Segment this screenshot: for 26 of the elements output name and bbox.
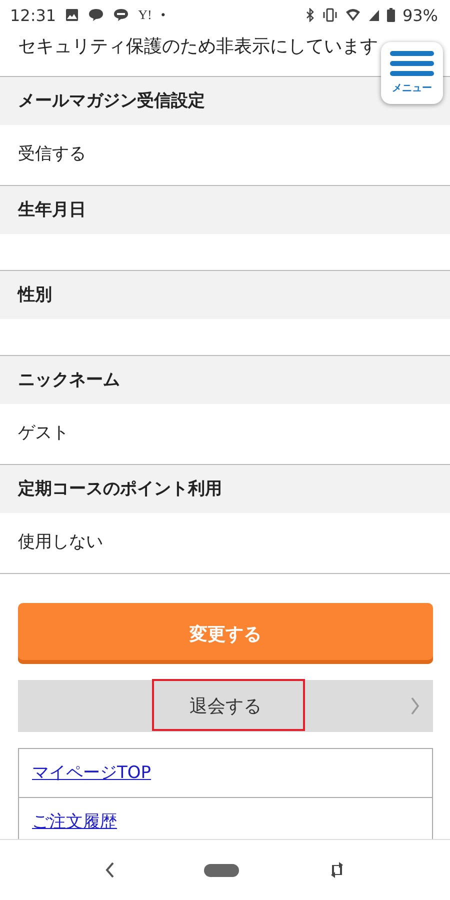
field-label: ニックネーム [0, 356, 450, 404]
menu-icon [390, 51, 434, 76]
notification-text: • [160, 7, 166, 23]
field-label: 生年月日 [0, 186, 450, 234]
notification-text: Y! [138, 7, 152, 23]
field-label: 性別 [0, 271, 450, 319]
page-link[interactable]: ご注文履歴 [32, 812, 117, 832]
home-button[interactable] [204, 864, 240, 876]
field-value: 使用しない [0, 513, 450, 574]
clock-time: 12:31 [10, 6, 56, 24]
bluetooth-icon [305, 8, 316, 22]
rotate-icon[interactable] [329, 859, 346, 881]
battery-icon [387, 8, 396, 22]
withdraw-button[interactable]: 退会する [18, 680, 433, 732]
chevron-right-icon [410, 697, 420, 715]
image-icon [65, 8, 80, 22]
field-label: 定期コースのポイント利用 [0, 465, 450, 513]
vibrate-icon [322, 8, 338, 22]
back-icon[interactable] [104, 862, 115, 878]
wifi-icon [345, 8, 362, 22]
chat-bubble-icon [88, 8, 104, 22]
menu-button[interactable]: メニュー [381, 42, 443, 104]
speech-bubble-icon [113, 8, 130, 22]
battery-percentage: 93% [402, 6, 438, 24]
signal-icon [368, 8, 380, 22]
page-link[interactable]: マイページTOP [32, 763, 152, 783]
